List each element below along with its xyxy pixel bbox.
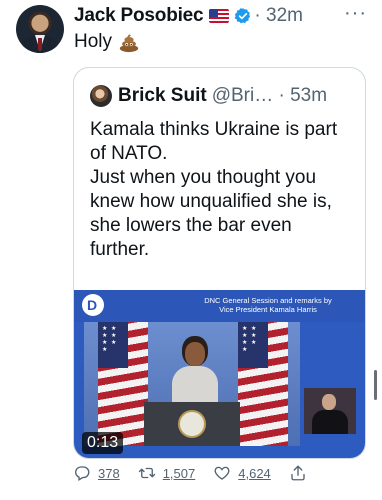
video-player[interactable]: DNC General Session and remarks by Vice … bbox=[74, 290, 365, 458]
reply-button[interactable]: 378 bbox=[73, 464, 120, 482]
author-avatar[interactable] bbox=[16, 5, 64, 53]
speaker-head bbox=[185, 342, 205, 366]
quoted-author-handle: @Bri… · 53m bbox=[211, 85, 328, 106]
video-caption: DNC General Session and remarks by Vice … bbox=[183, 296, 353, 314]
video-caption-line: DNC General Session and remarks by bbox=[204, 296, 332, 305]
video-frame bbox=[84, 322, 300, 446]
retweet-button[interactable]: 1,507 bbox=[138, 464, 196, 482]
tweet-header: Jack Posobiec · 32m bbox=[74, 4, 303, 28]
interpreter-head bbox=[322, 394, 336, 410]
quoted-author-avatar bbox=[90, 85, 112, 107]
us-flag-icon bbox=[209, 9, 230, 23]
quoted-tweet[interactable]: Brick Suit @Bri… · 53m Kamala thinks Ukr… bbox=[73, 67, 366, 459]
quoted-text-line: Just when you thought you knew how unqua… bbox=[90, 167, 332, 260]
quoted-tweet-header: Brick Suit @Bri… · 53m bbox=[90, 84, 327, 108]
quoted-text-line: Kamala thinks Ukraine is part of NATO. bbox=[90, 119, 338, 164]
video-caption-line: Vice President Kamala Harris bbox=[219, 305, 317, 314]
sign-language-interpreter bbox=[304, 388, 356, 434]
american-flag-left bbox=[98, 322, 148, 446]
avatar-tie bbox=[38, 38, 42, 50]
interpreter-body bbox=[312, 410, 348, 434]
american-flag-right bbox=[238, 322, 288, 446]
dnc-logo-icon bbox=[82, 294, 104, 316]
quoted-author-name: Brick Suit bbox=[118, 85, 207, 106]
tweet-text-content: Holy bbox=[74, 31, 113, 52]
video-duration: 0:13 bbox=[82, 432, 124, 454]
retweet-count: 1,507 bbox=[162, 465, 196, 481]
tweet[interactable]: Jack Posobiec · 32m ··· Holy Brick Suit … bbox=[0, 0, 382, 500]
reply-icon bbox=[75, 466, 90, 481]
share-icon bbox=[291, 465, 305, 481]
tweet-time[interactable]: · 32m bbox=[254, 5, 303, 27]
podium bbox=[144, 402, 240, 446]
quoted-tweet-text: Kamala thinks Ukraine is part of NATO. J… bbox=[90, 118, 356, 262]
video-banner: DNC General Session and remarks by Vice … bbox=[74, 290, 365, 322]
verified-badge-icon bbox=[235, 8, 251, 24]
flag-canton bbox=[238, 322, 268, 368]
like-count: 4,624 bbox=[238, 465, 271, 481]
heart-icon bbox=[214, 466, 230, 480]
vice-president-seal bbox=[178, 410, 206, 438]
author-name[interactable]: Jack Posobiec bbox=[74, 5, 204, 27]
tweet-text: Holy bbox=[74, 31, 140, 53]
pile-of-poo-emoji-icon bbox=[119, 34, 139, 53]
share-button[interactable] bbox=[289, 464, 314, 482]
like-button[interactable]: 4,624 bbox=[213, 464, 271, 482]
retweet-icon bbox=[138, 467, 155, 479]
tweet-actions: 378 1,507 4,624 bbox=[73, 461, 332, 485]
reply-count: 378 bbox=[98, 465, 120, 481]
scrollbar-thumb[interactable] bbox=[374, 370, 377, 400]
more-options-icon[interactable]: ··· bbox=[344, 2, 367, 25]
flag-canton bbox=[98, 322, 128, 368]
